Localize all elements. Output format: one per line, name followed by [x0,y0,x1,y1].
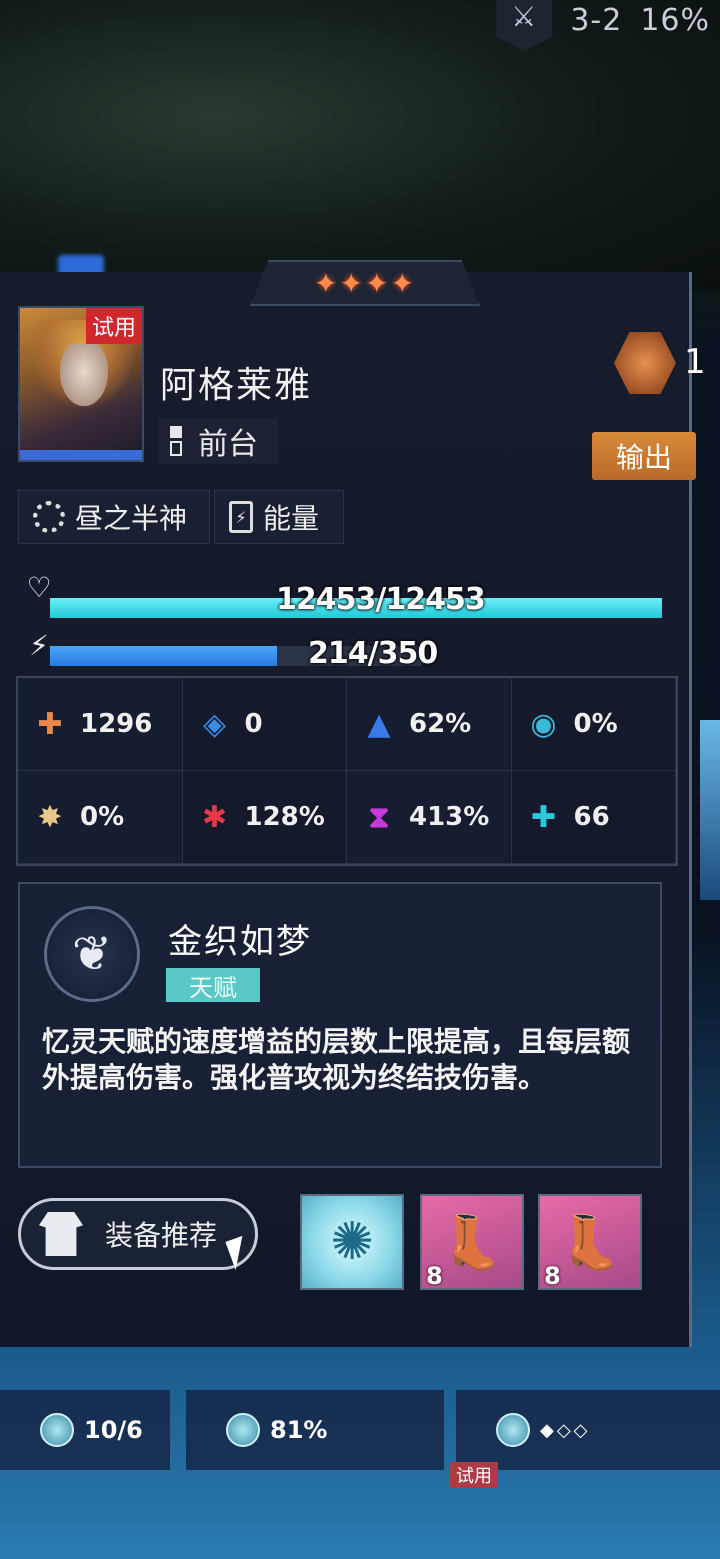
rarity-stars: ✦✦✦✦ [250,260,480,306]
effect-res-icon: ◉ [530,706,557,742]
recommend-label: 装备推荐 [105,1219,218,1252]
light-cone-slot[interactable]: ✺ [300,1194,404,1290]
armor-icon [39,1212,83,1256]
stat-value: 1296 [80,709,153,739]
stat-healing[interactable]: ✚ 66 [511,771,676,864]
portrait-strip [20,450,142,460]
break-effect-icon: ✸ [37,799,63,835]
stat-speed-boost[interactable]: ⧗ 413% [347,771,512,864]
path-tag[interactable]: 昼之半神 [18,490,210,544]
stat-crit-rate[interactable]: ▲ 62% [347,678,512,771]
character-name: 阿格莱雅 [160,365,313,406]
team-member[interactable]: 10/6 [0,1390,170,1470]
talent-emblem-icon: ❦ [44,906,140,1002]
trial-badge: 试用 [450,1462,498,1488]
stat-value: 62% [409,709,472,739]
equipment-recommend-button[interactable]: 装备推荐 [18,1198,258,1270]
stat-value: 66 [573,802,610,832]
battery-icon: ⚡ [229,501,253,533]
stat-value: 413% [409,802,490,832]
energy-type-label: 能量 [263,502,320,535]
path-label: 昼之半神 [75,502,188,535]
speed-boost-icon: ⧗ [368,799,390,835]
background-scene [0,0,720,290]
character-portrait[interactable]: 试用 [18,306,144,462]
trial-badge: 试用 [85,308,142,344]
stats-grid: ✚ 1296 ◈ 0 ▲ 62% ◉ 0% ✸ 0% ✱ 128% ⧗ 413% ✚ 66 [16,676,678,866]
team-strip: 10/6 81% ◆◇◇ 试用 [0,1370,720,1490]
stat-value: 0% [80,802,125,832]
talent-description: 忆灵天赋的速度增益的层数上限提高，且每层额外提高伤害。强化普攻视为终结技伤害。 [42,1025,631,1094]
team-member[interactable]: ◆◇◇ [456,1390,720,1470]
position-tag: 前台 [158,418,278,464]
stat-crit-dmg[interactable]: ✱ 128% [182,771,347,864]
position-icon [170,426,182,456]
percent-label: 16% [640,2,710,38]
talent-type-badge: 天赋 [166,968,260,1002]
eidolon-rank-number: 1 [684,342,706,382]
relic-slot[interactable]: 👢 8 [538,1194,642,1290]
stat-effect-res[interactable]: ◉ 0% [511,678,676,771]
energy-orb-icon [496,1413,530,1447]
role-badge: 输出 [592,432,696,480]
eidolon-rank-icon[interactable] [614,332,676,394]
crit-dmg-icon: ✱ [201,799,228,835]
stat-value: 0% [573,709,618,739]
stat-break-effect[interactable]: ✸ 0% [18,771,183,864]
light-cone-icon: ✺ [330,1212,374,1272]
relic-level: 8 [426,1262,443,1290]
portrait-face [60,344,108,406]
member-stat: 10/6 [84,1416,143,1444]
energy-bar-fill [50,646,278,666]
member-stat: 81% [270,1416,328,1444]
energy-orb-icon [226,1413,260,1447]
crit-rate-icon: ▲ [367,706,391,742]
path-icon [33,501,65,533]
top-hud: ⚔ 3-2 16% [496,0,710,51]
defense-icon: ◈ [202,706,227,742]
stat-value: 0 [244,709,263,739]
healing-icon: ✚ [530,799,557,835]
energy-type-tag[interactable]: ⚡ 能量 [214,490,344,544]
stage-label: 3-2 [570,2,623,38]
stat-value: 128% [244,802,325,832]
talent-name: 金织如梦 [168,922,312,962]
side-decoration [700,720,720,900]
energy-value: 214/350 [308,636,438,671]
character-panel: ✦✦✦✦ 试用 阿格莱雅 前台 1 输出 昼之半神 ⚡ 能量 ♡ 12453/1… [0,260,706,1347]
talent-card[interactable]: ❦ 金织如梦 天赋 忆灵天赋的速度增益的层数上限提高，且每层额外提高伤害。强化普… [18,882,662,1168]
position-label: 前台 [198,427,258,462]
energy-orb-icon [40,1413,74,1447]
relic-level: 8 [544,1262,561,1290]
member-stat: ◆◇◇ [540,1419,591,1441]
hp-value: 12453/12453 [276,582,486,617]
stat-defense[interactable]: ◈ 0 [182,678,347,771]
relic-slot[interactable]: 👢 8 [420,1194,524,1290]
attack-icon: ✚ [37,706,63,742]
stat-attack[interactable]: ✚ 1296 [18,678,183,771]
team-member[interactable]: 81% [186,1390,444,1470]
